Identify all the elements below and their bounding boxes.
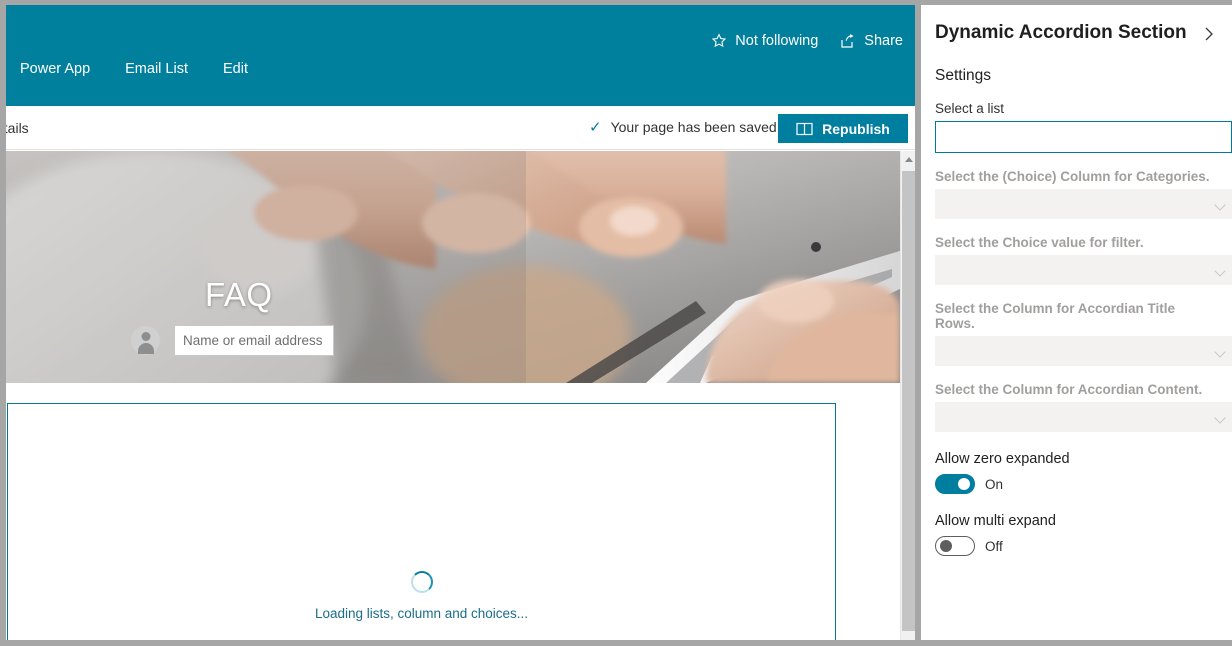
- accordion-webpart-selected[interactable]: Loading lists, column and choices...: [7, 403, 836, 640]
- field-label-accordion-title-rows: Select the Column for Accordian Title Ro…: [935, 301, 1176, 331]
- loading-indicator: Loading lists, column and choices...: [8, 571, 835, 621]
- scrollbar-thumb[interactable]: [902, 171, 915, 631]
- save-status: ✓ Your page has been saved: [589, 119, 777, 135]
- property-pane-body: Settings Select a list Select the (Choic…: [921, 67, 1232, 556]
- caret-up-icon[interactable]: [901, 151, 915, 168]
- field-label-accordion-content: Select the Column for Accordian Content.: [935, 382, 1203, 397]
- nav-item-email-list[interactable]: Email List: [123, 59, 190, 79]
- toggle-group-allow-multi-expand: Allow multi expand Off: [935, 513, 1218, 556]
- toggle-row-allow-multi-expand: Off: [935, 536, 1218, 556]
- chevron-right-icon[interactable]: [1200, 23, 1218, 45]
- site-header: Not following Share Power App Email List…: [6, 5, 915, 106]
- canvas-spacer: [6, 383, 900, 403]
- chevron-down-icon: [1214, 346, 1226, 358]
- loading-spinner-icon: [410, 571, 433, 593]
- loading-text: Loading lists, column and choices...: [314, 606, 529, 621]
- not-following-label: Not following: [735, 33, 819, 49]
- share-label: Share: [864, 33, 903, 49]
- nav-item-edit[interactable]: Edit: [221, 59, 250, 79]
- hero-title: FAQ: [205, 276, 273, 313]
- share-button[interactable]: Share: [840, 33, 903, 49]
- check-icon: ✓: [589, 118, 602, 136]
- hero-banner[interactable]: FAQ: [6, 151, 900, 383]
- chevron-down-icon: [1214, 412, 1226, 424]
- nav-item-power-app[interactable]: Power App: [18, 59, 92, 79]
- field-label-select-a-list: Select a list: [935, 101, 1005, 116]
- author-name-input[interactable]: [174, 325, 334, 356]
- accordion-title-rows-dropdown[interactable]: [935, 336, 1232, 366]
- allow-multi-expand-toggle[interactable]: [935, 536, 975, 556]
- field-label-choice-column-categories: Select the (Choice) Column for Categorie…: [935, 169, 1210, 184]
- screen-root: Not following Share Power App Email List…: [0, 0, 1232, 646]
- save-status-label: Your page has been saved: [610, 119, 777, 135]
- accordion-content-dropdown[interactable]: [935, 402, 1232, 432]
- select-a-list-combobox[interactable]: [935, 121, 1232, 153]
- book-icon: [796, 122, 813, 136]
- canvas-scrollbar[interactable]: [900, 151, 915, 640]
- hero-author-row: [131, 325, 334, 356]
- settings-heading: Settings: [935, 67, 992, 84]
- toggle-knob: [958, 478, 970, 490]
- field-accordion-title-rows: Select the Column for Accordian Title Ro…: [935, 301, 1232, 366]
- choice-value-filter-dropdown[interactable]: [935, 255, 1232, 285]
- field-choice-value-filter: Select the Choice value for filter.: [935, 235, 1232, 285]
- field-select-a-list: Select a list: [935, 101, 1232, 153]
- page-canvas: FAQ Loading lists, column and choices...: [6, 151, 915, 640]
- republish-label: Republish: [822, 120, 890, 137]
- property-pane-title: Dynamic Accordion Section: [935, 22, 1187, 43]
- allow-multi-expand-state: Off: [985, 538, 1003, 554]
- page-editor-surface: Not following Share Power App Email List…: [6, 5, 915, 640]
- allow-zero-expanded-toggle[interactable]: [935, 474, 975, 494]
- choice-column-categories-dropdown[interactable]: [935, 189, 1232, 219]
- page-title: etails: [6, 120, 29, 136]
- allow-zero-expanded-state: On: [985, 476, 1004, 492]
- chevron-down-icon: [1214, 265, 1226, 277]
- person-icon: [131, 326, 160, 355]
- chevron-down-icon: [1214, 199, 1226, 211]
- field-choice-column-categories: Select the (Choice) Column for Categorie…: [935, 169, 1232, 219]
- field-label-choice-value-filter: Select the Choice value for filter.: [935, 235, 1144, 250]
- toggle-group-allow-zero-expanded: Allow zero expanded On: [935, 451, 1218, 494]
- site-header-actions: Not following Share: [711, 33, 903, 49]
- toggle-label-allow-zero-expanded: Allow zero expanded: [935, 451, 1070, 467]
- republish-button[interactable]: Republish: [778, 114, 908, 143]
- property-pane-header: Dynamic Accordion Section: [921, 5, 1232, 45]
- toggle-row-allow-zero-expanded: On: [935, 474, 1218, 494]
- toggle-knob: [940, 540, 952, 552]
- property-pane: Dynamic Accordion Section Settings Selec…: [921, 5, 1232, 640]
- site-navigation: Power App Email List Edit: [18, 59, 250, 79]
- field-accordion-content: Select the Column for Accordian Content.: [935, 382, 1232, 432]
- star-icon: [711, 33, 727, 49]
- not-following-button[interactable]: Not following: [711, 33, 818, 49]
- toggle-label-allow-multi-expand: Allow multi expand: [935, 513, 1056, 529]
- share-icon: [840, 33, 856, 49]
